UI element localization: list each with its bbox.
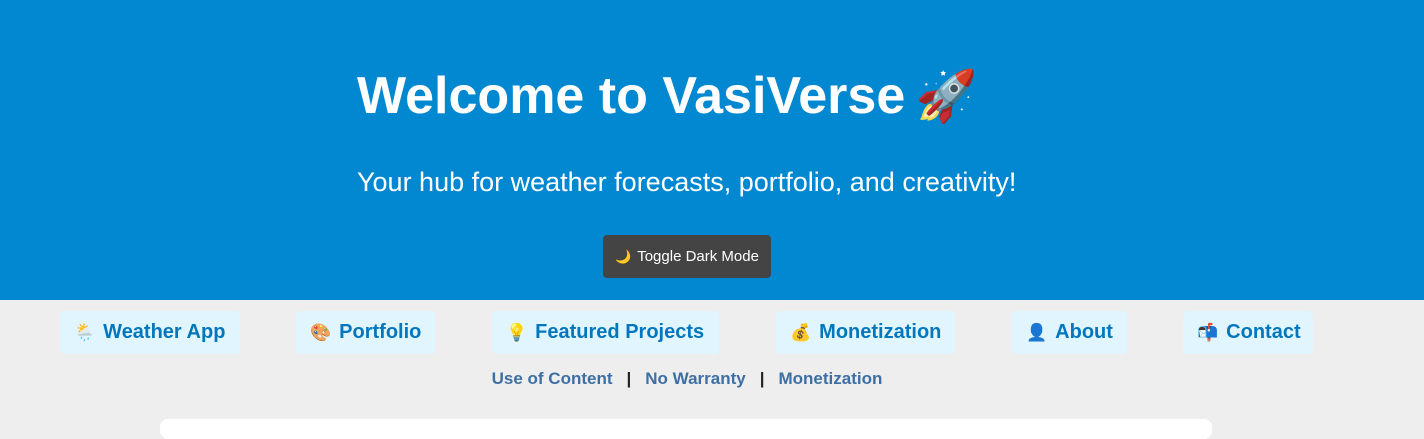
toggle-dark-mode-button[interactable]: 🌙 Toggle Dark Mode xyxy=(603,235,771,278)
monetization-link[interactable]: Monetization xyxy=(778,369,882,389)
nav-item-portfolio[interactable]: 🎨 Portfolio xyxy=(296,311,435,354)
nav-item-weather-app[interactable]: 🌦️ Weather App xyxy=(60,311,240,354)
nav-item-label: Featured Projects xyxy=(535,321,705,343)
nav-item-label: Monetization xyxy=(819,321,942,343)
nav-item-monetization[interactable]: 💰 Monetization xyxy=(776,311,955,354)
moon-icon: 🌙 xyxy=(615,248,632,264)
nav-item-label: Contact xyxy=(1226,321,1301,343)
money-bag-icon: 💰 xyxy=(790,322,812,342)
weather-icon: 🌦️ xyxy=(74,322,96,342)
page-title: Welcome to VasiVerse 🚀 xyxy=(357,62,978,130)
link-separator: | xyxy=(759,369,765,388)
use-of-content-link[interactable]: Use of Content xyxy=(492,369,613,389)
rocket-icon: 🚀 xyxy=(915,68,978,124)
mailbox-icon: 📬 xyxy=(1197,322,1219,342)
nav-item-label: Weather App xyxy=(103,321,226,343)
palette-icon: 🎨 xyxy=(310,322,332,342)
link-separator: | xyxy=(626,369,632,388)
no-warranty-link[interactable]: No Warranty xyxy=(645,369,745,389)
nav-item-label: Portfolio xyxy=(339,321,422,343)
nav-item-about[interactable]: 👤 About xyxy=(1012,311,1127,354)
person-icon: 👤 xyxy=(1026,322,1048,342)
lightbulb-icon: 💡 xyxy=(506,322,528,342)
nav-item-label: About xyxy=(1055,321,1113,343)
nav-item-featured-projects[interactable]: 💡 Featured Projects xyxy=(492,311,719,354)
toggle-dark-mode-label: Toggle Dark Mode xyxy=(637,248,759,265)
legal-links: Use of Content | No Warranty | Monetizat… xyxy=(0,369,1374,389)
page-title-text: Welcome to VasiVerse xyxy=(357,67,906,125)
content-card xyxy=(160,419,1212,439)
nav-item-contact[interactable]: 📬 Contact xyxy=(1183,311,1313,354)
hero-subtitle: Your hub for weather forecasts, portfoli… xyxy=(357,167,1017,197)
hero-banner: Welcome to VasiVerse 🚀 Your hub for weath… xyxy=(0,0,1424,300)
